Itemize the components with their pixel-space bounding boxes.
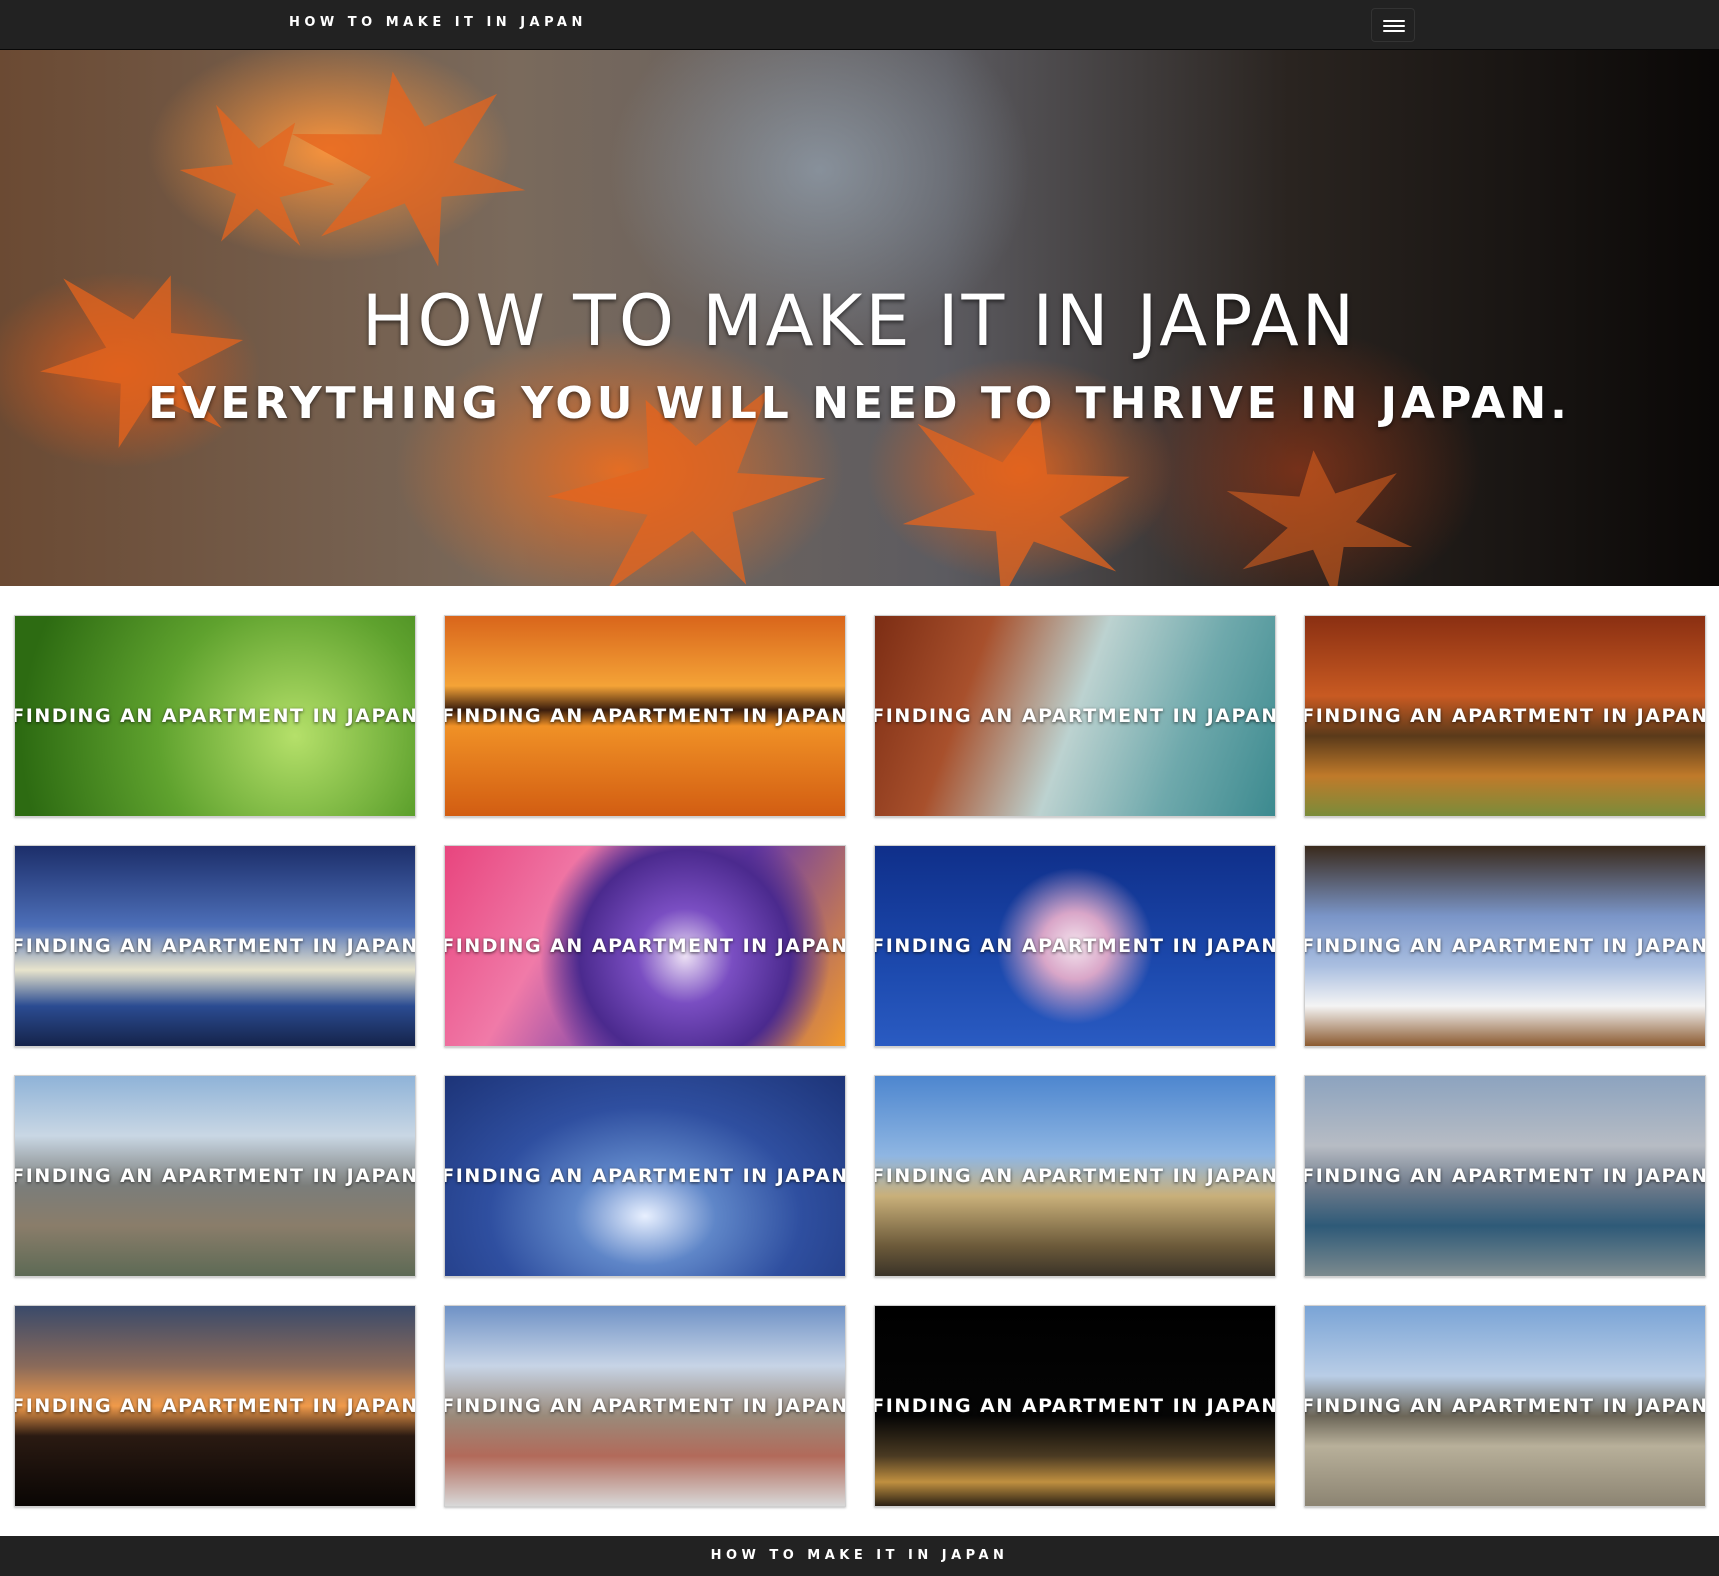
- article-card[interactable]: FINDING AN APARTMENT IN JAPAN: [444, 1305, 846, 1507]
- article-card[interactable]: FINDING AN APARTMENT IN JAPAN: [14, 1075, 416, 1277]
- article-card-title: FINDING AN APARTMENT IN JAPAN: [444, 705, 846, 727]
- menu-toggle-button[interactable]: [1371, 8, 1415, 42]
- article-card-title: FINDING AN APARTMENT IN JAPAN: [1304, 935, 1706, 957]
- article-card[interactable]: FINDING AN APARTMENT IN JAPAN: [444, 615, 846, 817]
- hero-title: HOW TO MAKE IT IN JAPAN: [361, 280, 1358, 362]
- article-card-title: FINDING AN APARTMENT IN JAPAN: [444, 935, 846, 957]
- article-card[interactable]: FINDING AN APARTMENT IN JAPAN: [1304, 615, 1706, 817]
- article-card-title: FINDING AN APARTMENT IN JAPAN: [874, 1165, 1276, 1187]
- article-card[interactable]: FINDING AN APARTMENT IN JAPAN: [874, 1075, 1276, 1277]
- article-card[interactable]: FINDING AN APARTMENT IN JAPAN: [874, 1305, 1276, 1507]
- article-card-title: FINDING AN APARTMENT IN JAPAN: [14, 935, 416, 957]
- article-card-title: FINDING AN APARTMENT IN JAPAN: [1304, 1165, 1706, 1187]
- article-card[interactable]: FINDING AN APARTMENT IN JAPAN: [1304, 1075, 1706, 1277]
- article-card-title: FINDING AN APARTMENT IN JAPAN: [874, 1395, 1276, 1417]
- article-card[interactable]: FINDING AN APARTMENT IN JAPAN: [874, 615, 1276, 817]
- article-card-title: FINDING AN APARTMENT IN JAPAN: [14, 1395, 416, 1417]
- article-card-title: FINDING AN APARTMENT IN JAPAN: [14, 705, 416, 727]
- article-card-title: FINDING AN APARTMENT IN JAPAN: [444, 1165, 846, 1187]
- footer-text: HOW TO MAKE IT IN JAPAN: [710, 1548, 1009, 1563]
- maple-leaf-decoration: [284, 52, 535, 287]
- top-navbar: HOW TO MAKE IT IN JAPAN: [0, 0, 1719, 50]
- article-card[interactable]: FINDING AN APARTMENT IN JAPAN: [874, 845, 1276, 1047]
- navbar-brand-link[interactable]: HOW TO MAKE IT IN JAPAN: [289, 15, 587, 30]
- hero-banner: HOW TO MAKE IT IN JAPAN EVERYTHING YOU W…: [0, 50, 1719, 586]
- article-card[interactable]: FINDING AN APARTMENT IN JAPAN: [14, 1305, 416, 1507]
- article-card[interactable]: FINDING AN APARTMENT IN JAPAN: [444, 1075, 846, 1277]
- article-card[interactable]: FINDING AN APARTMENT IN JAPAN: [14, 845, 416, 1047]
- article-card-title: FINDING AN APARTMENT IN JAPAN: [1304, 705, 1706, 727]
- maple-leaf-decoration: [153, 80, 356, 281]
- page-footer: HOW TO MAKE IT IN JAPAN: [0, 1536, 1719, 1576]
- article-card-title: FINDING AN APARTMENT IN JAPAN: [874, 935, 1276, 957]
- maple-leaf-decoration: [1224, 442, 1416, 586]
- hamburger-menu-icon: [1383, 30, 1405, 32]
- article-card[interactable]: FINDING AN APARTMENT IN JAPAN: [444, 845, 846, 1047]
- article-card[interactable]: FINDING AN APARTMENT IN JAPAN: [14, 615, 416, 817]
- hamburger-menu-icon: [1383, 25, 1405, 27]
- hamburger-menu-icon: [1383, 20, 1405, 22]
- article-card[interactable]: FINDING AN APARTMENT IN JAPAN: [1304, 845, 1706, 1047]
- article-card[interactable]: FINDING AN APARTMENT IN JAPAN: [1304, 1305, 1706, 1507]
- article-card-title: FINDING AN APARTMENT IN JAPAN: [1304, 1395, 1706, 1417]
- article-card-title: FINDING AN APARTMENT IN JAPAN: [444, 1395, 846, 1417]
- article-card-title: FINDING AN APARTMENT IN JAPAN: [874, 705, 1276, 727]
- hero-subtitle: EVERYTHING YOU WILL NEED TO THRIVE IN JA…: [148, 378, 1571, 429]
- article-card-title: FINDING AN APARTMENT IN JAPAN: [14, 1165, 416, 1187]
